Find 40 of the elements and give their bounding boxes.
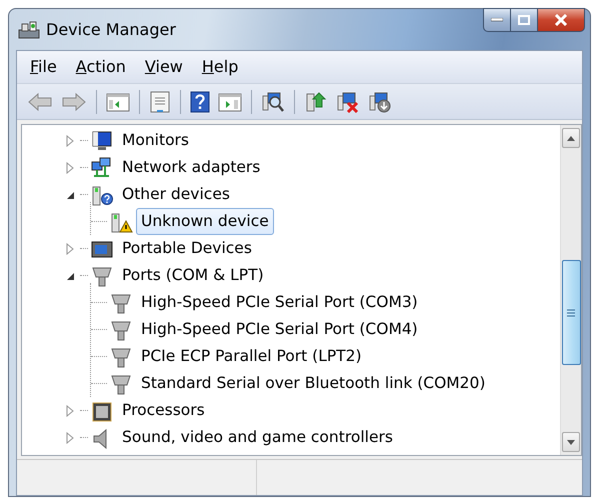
- tree-item[interactable]: High-Speed PCIe Serial Port (COM4): [136, 316, 423, 344]
- tree-item[interactable]: Network adapters: [117, 154, 266, 182]
- tree-item[interactable]: Sound, video and game controllers: [117, 424, 398, 452]
- expand-arrow-icon[interactable]: [64, 404, 76, 416]
- down-arrow-icon: [567, 440, 575, 444]
- device-manager-icon: [18, 20, 40, 40]
- scroll-down-button[interactable]: [562, 432, 580, 452]
- processor-icon: [90, 400, 114, 422]
- maximize-icon: [518, 15, 530, 25]
- tree-item[interactable]: Ports (COM & LPT): [117, 262, 269, 290]
- close-icon: [554, 14, 568, 26]
- minimize-icon: [491, 18, 503, 22]
- menu-item[interactable]: File: [23, 53, 69, 81]
- maximize-button[interactable]: [511, 8, 538, 32]
- tree-item[interactable]: Processors: [117, 396, 210, 424]
- menu-item[interactable]: View: [138, 53, 195, 81]
- unknown-device-icon: [90, 184, 114, 206]
- scroll-up-button[interactable]: [562, 128, 580, 148]
- monitor-icon: [90, 130, 114, 152]
- expand-arrow-icon[interactable]: [64, 432, 76, 444]
- scrollbar-thumb[interactable]: [562, 260, 580, 365]
- minimize-button[interactable]: [483, 8, 511, 32]
- expand-arrow-icon[interactable]: [64, 134, 76, 146]
- menu-item[interactable]: Help: [194, 53, 250, 81]
- expand-arrow-icon[interactable]: [64, 162, 76, 174]
- tree-item[interactable]: High-Speed PCIe Serial Port (COM3): [136, 288, 423, 316]
- up-arrow-icon: [567, 136, 575, 140]
- tree-item[interactable]: Standard Serial over Bluetooth link (COM20): [136, 370, 490, 398]
- help-button[interactable]: [188, 88, 212, 114]
- tree-item[interactable]: Monitors: [117, 126, 194, 154]
- port-icon: [90, 264, 114, 286]
- expand-arrow-icon[interactable]: [64, 242, 76, 254]
- tree-item[interactable]: PCIe ECP Parallel Port (LPT2): [136, 342, 367, 370]
- scrollbar[interactable]: [560, 125, 581, 455]
- window-title: Device Manager: [46, 18, 176, 40]
- tree-item[interactable]: Other devices: [117, 180, 235, 208]
- tree-item[interactable]: Portable Devices: [117, 234, 257, 262]
- menu-item[interactable]: Action: [68, 53, 138, 81]
- close-button[interactable]: [538, 8, 585, 32]
- tree-item[interactable]: Unknown device: [136, 208, 274, 236]
